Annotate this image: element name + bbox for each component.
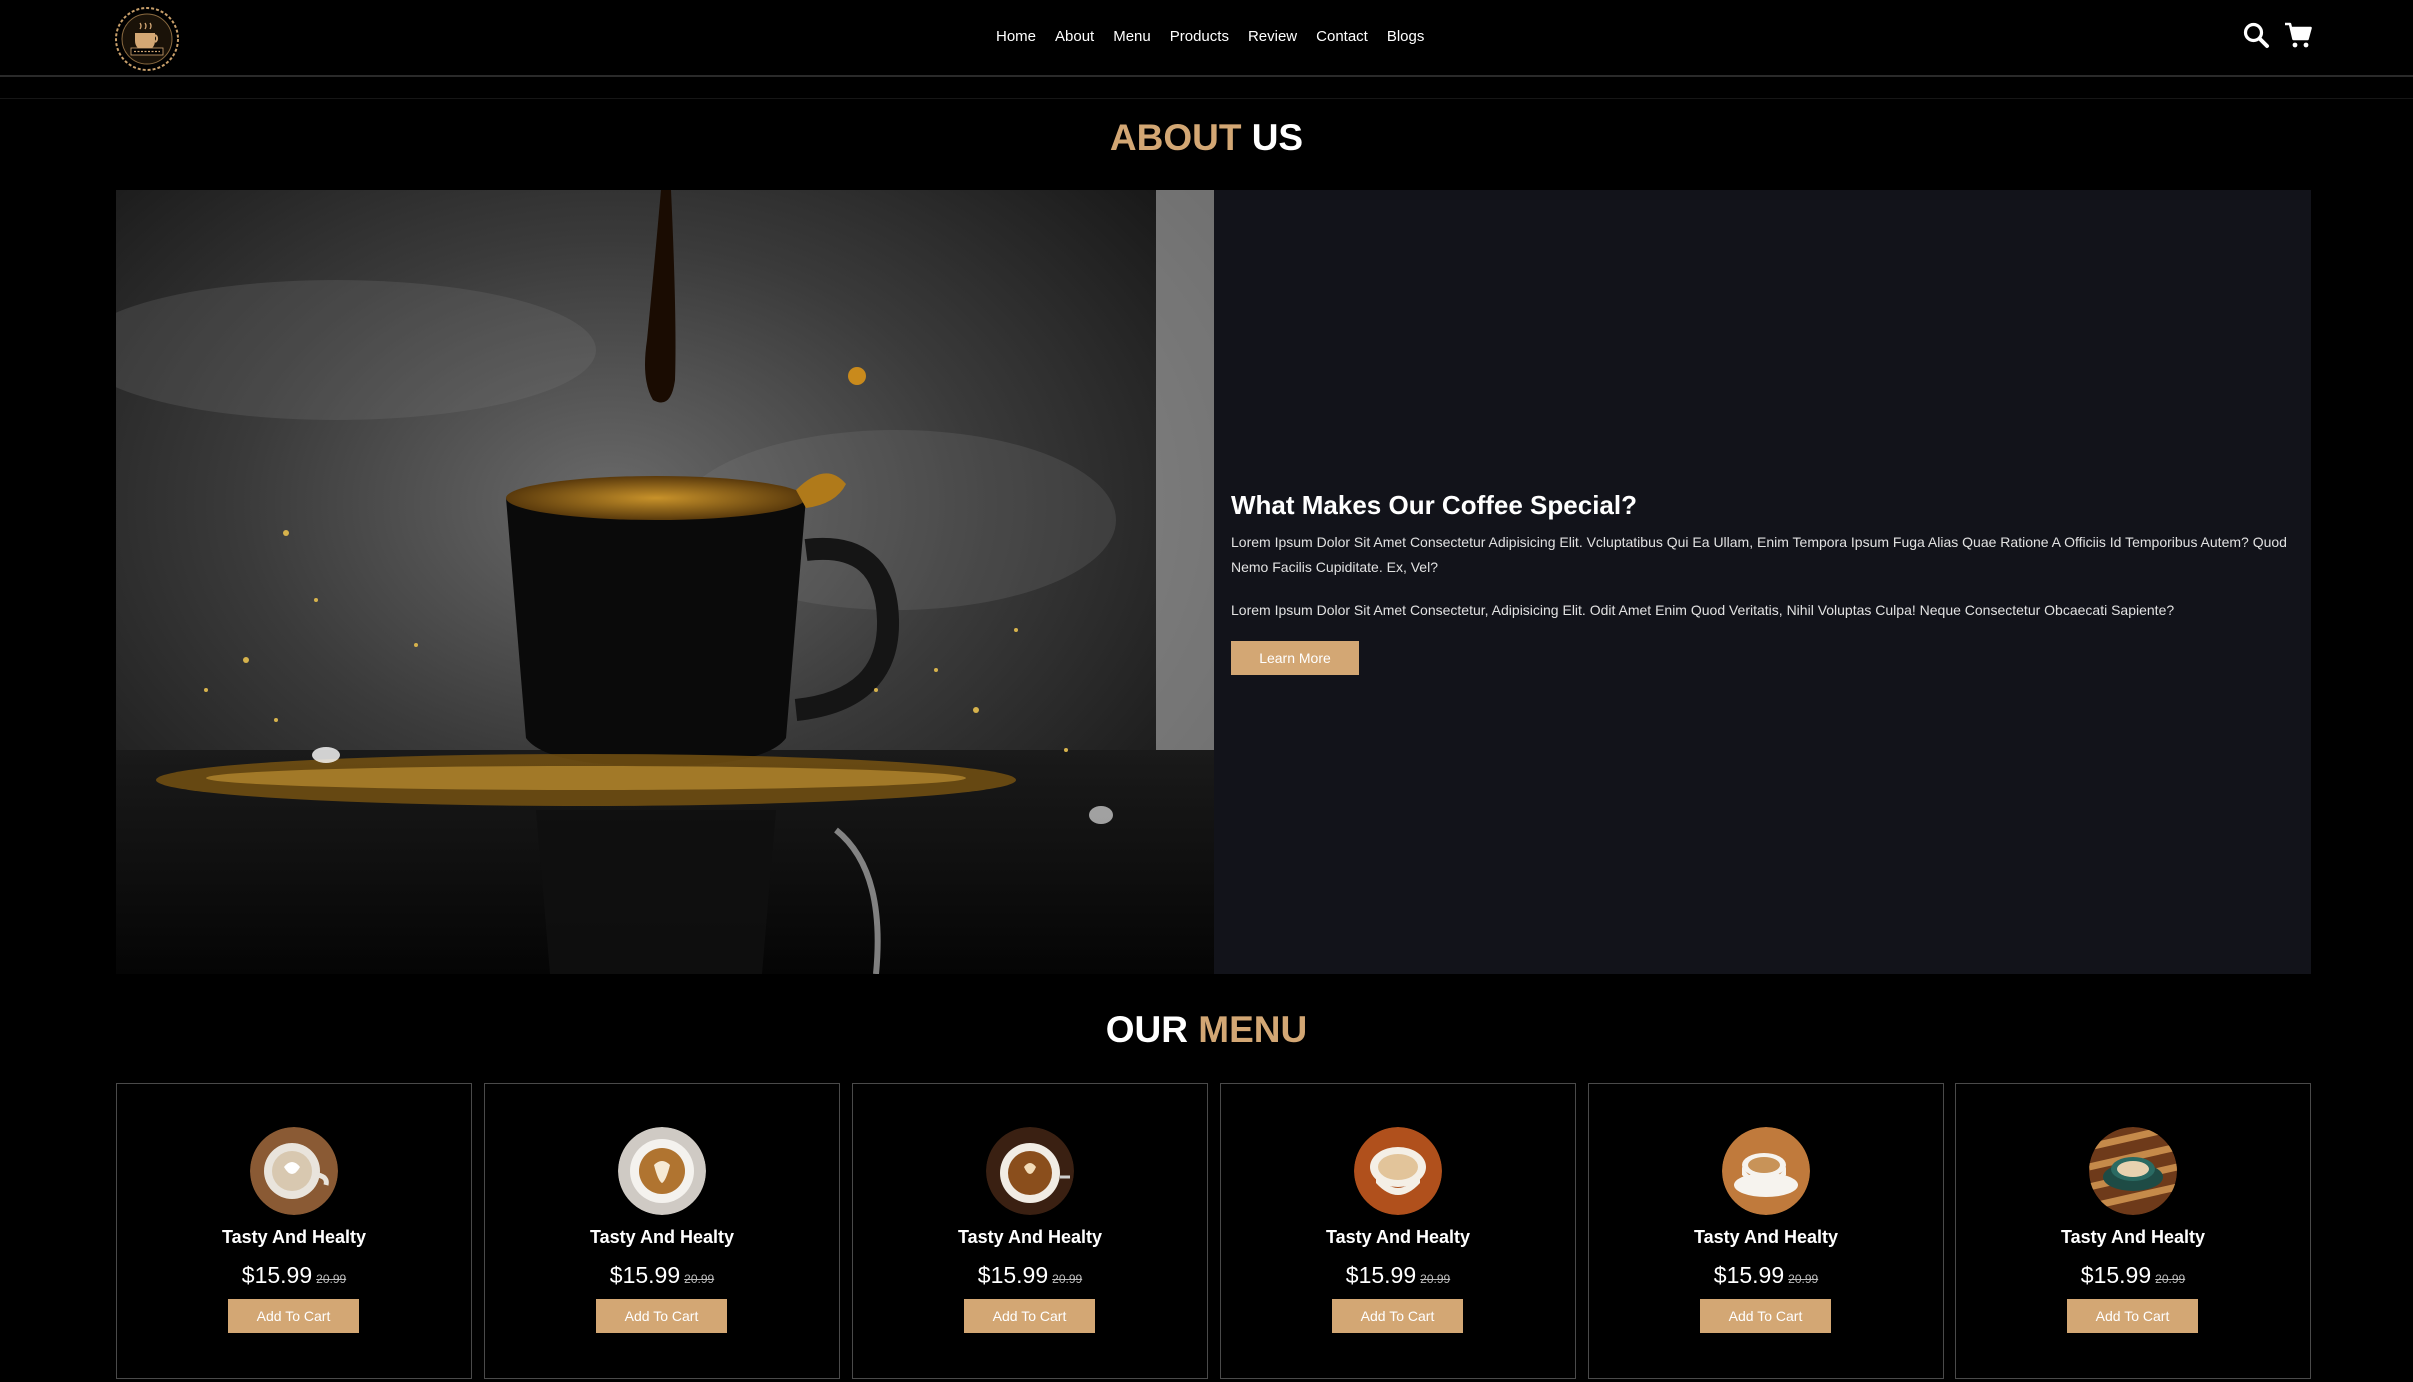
- menu-item-name: Tasty And Healty: [221, 1227, 367, 1247]
- menu-card: Tasty And Healty $15.99 20.99 Add To Cart: [852, 1083, 1208, 1379]
- menu-item-old-price: 20.99: [1420, 1272, 1451, 1286]
- menu-card: Tasty And Healty $15.99 20.99 Add To Cart: [1955, 1083, 2311, 1379]
- coffee-cup-image: [986, 1127, 1074, 1215]
- add-to-cart-button[interactable]: Add To Cart: [2067, 1299, 2198, 1333]
- menu-price-row: $15.99 20.99: [1956, 1260, 2310, 1294]
- menu-title-rest: OUR: [1105, 1009, 1188, 1050]
- nav-review[interactable]: Review: [1248, 26, 1297, 48]
- add-to-cart-button[interactable]: Add To Cart: [228, 1299, 359, 1333]
- add-to-cart-button[interactable]: Add To Cart: [1332, 1299, 1463, 1333]
- add-to-cart-button[interactable]: Add To Cart: [1700, 1299, 1831, 1333]
- coffee-cup-illustration: [116, 190, 1214, 974]
- menu-card: Tasty And Healty $15.99 20.99 Add To Cart: [1588, 1083, 1944, 1379]
- about-heading: What Makes Our Coffee Special?: [1231, 490, 1637, 520]
- menu-item-price: $15.99: [2080, 1262, 2152, 1288]
- menu-item-old-price: 20.99: [1788, 1272, 1819, 1286]
- about-section-title: ABOUT US: [0, 116, 2413, 160]
- coffee-cup-image: [250, 1127, 338, 1215]
- cart-icon[interactable]: [2284, 21, 2312, 49]
- main-nav: Home About Menu Products Review Contact …: [996, 26, 1443, 48]
- menu-item-old-price: 20.99: [2155, 1272, 2186, 1286]
- menu-item-price: $15.99: [1345, 1262, 1417, 1288]
- menu-item-old-price: 20.99: [316, 1272, 347, 1286]
- menu-card: Tasty And Healty $15.99 20.99 Add To Cart: [1220, 1083, 1576, 1379]
- coffee-splash-image: [116, 190, 1214, 974]
- menu-item-price: $15.99: [977, 1262, 1049, 1288]
- header-divider: [0, 98, 2413, 99]
- menu-title-accent: MENU: [1198, 1009, 1308, 1050]
- menu-item-price: $15.99: [241, 1262, 313, 1288]
- menu-price-row: $15.99 20.99: [485, 1260, 839, 1294]
- menu-item-name: Tasty And Healty: [1325, 1227, 1471, 1247]
- menu-item-name: Tasty And Healty: [589, 1227, 735, 1247]
- search-icon[interactable]: [2242, 21, 2270, 49]
- menu-card: Tasty And Healty $15.99 20.99 Add To Cart: [116, 1083, 472, 1379]
- nav-about[interactable]: About: [1055, 26, 1094, 48]
- nav-products[interactable]: Products: [1170, 26, 1229, 48]
- menu-item-price: $15.99: [1713, 1262, 1785, 1288]
- nav-menu[interactable]: Menu: [1113, 26, 1151, 48]
- menu-item-price: $15.99: [609, 1262, 681, 1288]
- nav-home[interactable]: Home: [996, 26, 1036, 48]
- menu-item-old-price: 20.99: [684, 1272, 715, 1286]
- coffee-cup-image: [1722, 1127, 1810, 1215]
- menu-item-name: Tasty And Healty: [957, 1227, 1103, 1247]
- menu-price-row: $15.99 20.99: [853, 1260, 1207, 1294]
- menu-card: Tasty And Healty $15.99 20.99 Add To Cart: [484, 1083, 840, 1379]
- menu-section-title: OUR MENU: [0, 1008, 2413, 1052]
- site-header: Home About Menu Products Review Contact …: [0, 0, 2413, 77]
- about-title-rest: US: [1251, 117, 1304, 158]
- menu-item-name: Tasty And Healty: [1693, 1227, 1839, 1247]
- menu-price-row: $15.99 20.99: [1221, 1260, 1575, 1294]
- menu-price-row: $15.99 20.99: [1589, 1260, 1943, 1294]
- about-content-panel: What Makes Our Coffee Special? Lorem Ips…: [1214, 190, 2311, 974]
- learn-more-button[interactable]: Learn More: [1231, 641, 1359, 675]
- nav-contact[interactable]: Contact: [1316, 26, 1368, 48]
- add-to-cart-button[interactable]: Add To Cart: [596, 1299, 727, 1333]
- add-to-cart-button[interactable]: Add To Cart: [964, 1299, 1095, 1333]
- menu-item-old-price: 20.99: [1052, 1272, 1083, 1286]
- about-paragraph-2: Lorem Ipsum Dolor Sit Amet Consectetur, …: [1231, 602, 2175, 618]
- coffee-cup-image: [2089, 1127, 2177, 1215]
- coffee-cup-image: [1354, 1127, 1442, 1215]
- cafe-logo[interactable]: [114, 6, 180, 72]
- nav-blogs[interactable]: Blogs: [1387, 26, 1425, 48]
- about-paragraph-1: Lorem Ipsum Dolor Sit Amet Consectetur A…: [1231, 534, 2287, 575]
- menu-price-row: $15.99 20.99: [117, 1260, 471, 1294]
- menu-item-name: Tasty And Healty: [2060, 1227, 2206, 1247]
- about-title-accent: ABOUT: [1109, 117, 1242, 158]
- coffee-cup-image: [618, 1127, 706, 1215]
